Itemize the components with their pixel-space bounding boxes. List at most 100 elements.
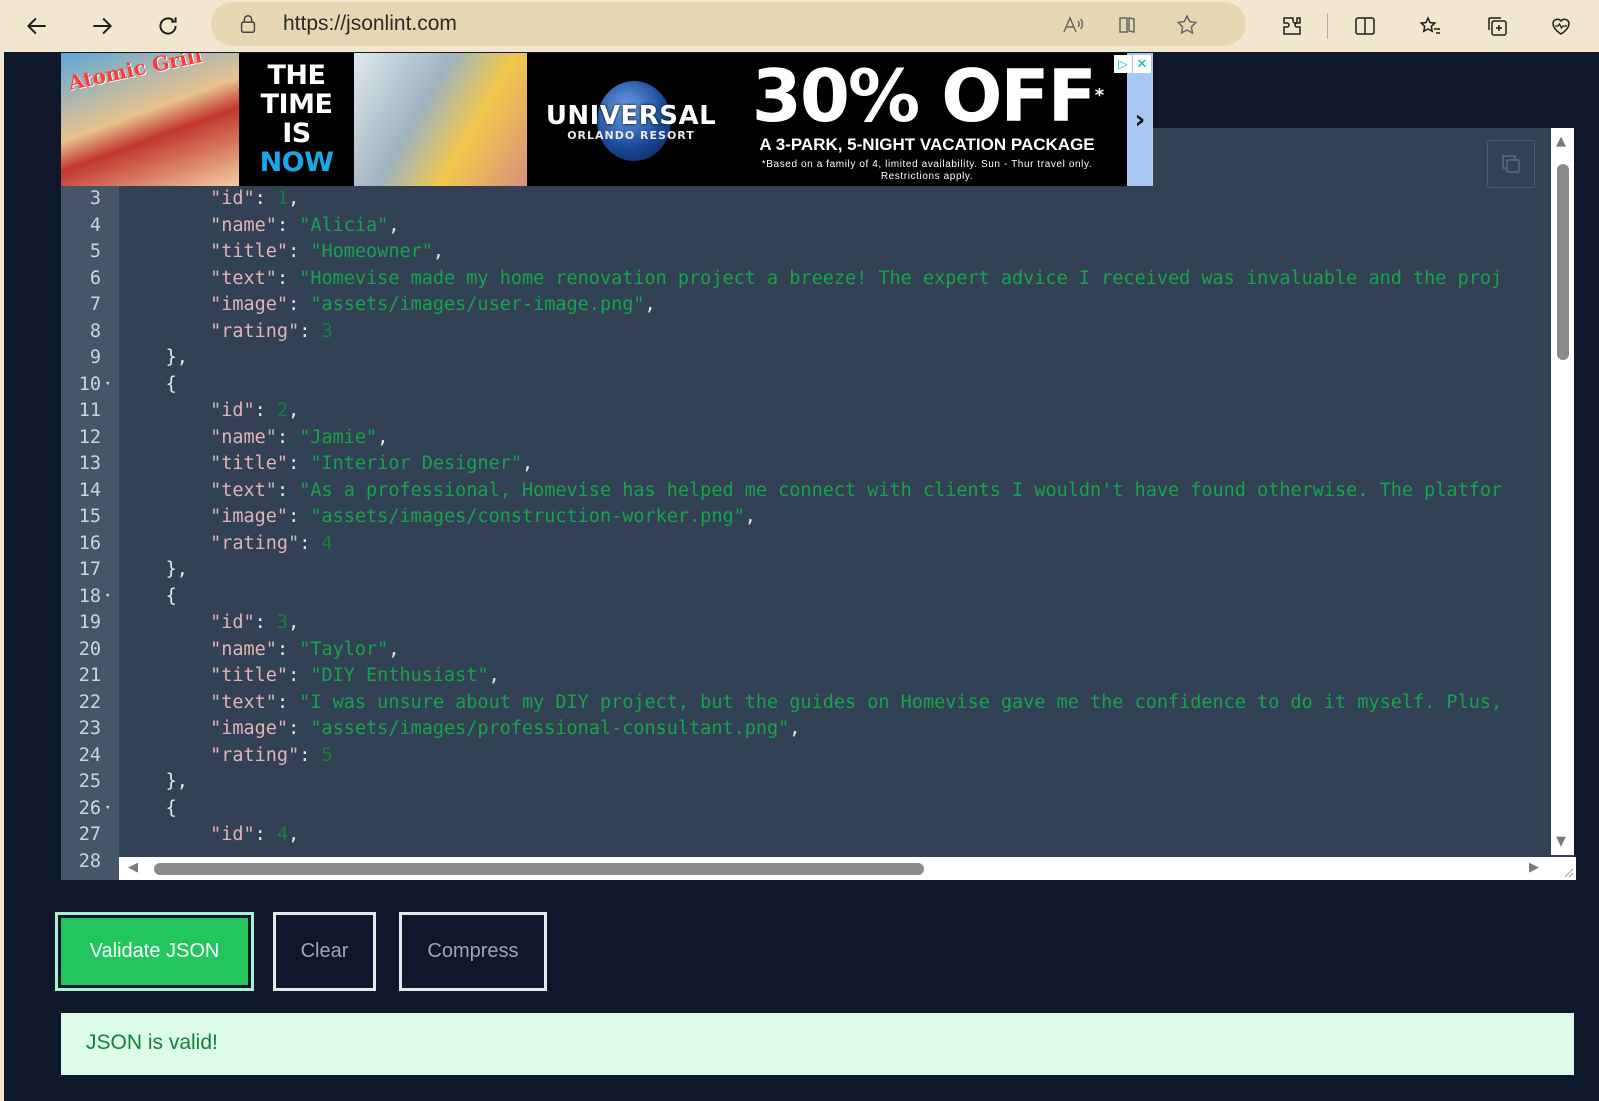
line-number: 3 bbox=[89, 188, 101, 209]
code-text: { bbox=[121, 371, 177, 398]
refresh-icon[interactable] bbox=[150, 8, 186, 44]
code-text: "name": "Taylor", bbox=[121, 636, 399, 663]
code-text: "title": "Homeowner", bbox=[121, 238, 444, 265]
copy-button[interactable] bbox=[1487, 140, 1535, 188]
address-bar[interactable]: https://jsonlint.com bbox=[211, 2, 1246, 46]
json-punct: { bbox=[165, 585, 177, 607]
code-line: 16 "rating": 4 bbox=[61, 530, 1551, 557]
json-key: "title" bbox=[210, 453, 289, 474]
json-value: 5 bbox=[321, 744, 333, 766]
scroll-down-icon[interactable]: ▼ bbox=[1556, 834, 1566, 849]
horizontal-scrollbar[interactable]: ◀ ▶ bbox=[119, 857, 1576, 880]
line-number: 24 bbox=[78, 744, 101, 766]
code-line: 26 ▾ { bbox=[61, 795, 1551, 822]
json-value: "Homevise made my home renovation projec… bbox=[299, 267, 1503, 289]
json-key: "rating" bbox=[210, 320, 300, 342]
browser-toolbar: https://jsonlint.com bbox=[0, 0, 1599, 52]
line-number: 4 bbox=[89, 214, 101, 236]
code-line: 17 }, bbox=[61, 556, 1551, 583]
ad-offer-headline: 30% OFF bbox=[751, 54, 1097, 138]
json-value: "DIY Enthusiast" bbox=[310, 665, 489, 686]
compress-button[interactable]: Compress bbox=[399, 912, 547, 991]
line-number: 23 bbox=[78, 718, 101, 739]
json-key: "image" bbox=[210, 718, 289, 739]
extensions-icon[interactable] bbox=[1275, 9, 1309, 43]
read-aloud-icon[interactable] bbox=[1059, 11, 1087, 39]
clear-button[interactable]: Clear bbox=[273, 912, 376, 991]
json-punct: }, bbox=[165, 347, 188, 368]
code-text: "rating": 5 bbox=[121, 742, 333, 769]
json-punct: : bbox=[288, 294, 311, 315]
line-number: 22 bbox=[78, 691, 101, 713]
code-line: 11 "id": 2, bbox=[61, 397, 1551, 424]
vertical-scrollbar[interactable]: ▲ ▼ bbox=[1551, 128, 1574, 855]
json-punct: : bbox=[276, 267, 300, 289]
fold-arrow-icon[interactable]: ▾ bbox=[105, 583, 110, 610]
fold-arrow-icon[interactable]: ▾ bbox=[105, 795, 110, 822]
fold-arrow-icon[interactable]: ▾ bbox=[105, 371, 110, 398]
ad-close-icon[interactable]: ✕ bbox=[1133, 55, 1151, 73]
advertisement-banner[interactable]: Atomic Grill THE TIME IS NOW UNIVERSAL O… bbox=[61, 53, 1153, 186]
json-punct: , bbox=[744, 506, 756, 527]
json-punct: : bbox=[254, 824, 277, 845]
json-key: "name" bbox=[210, 214, 277, 236]
ad-headline-line: IS bbox=[282, 118, 311, 149]
json-value: "As a professional, Homevise has helped … bbox=[299, 479, 1503, 501]
json-punct: : bbox=[276, 214, 300, 236]
toolbar-separator bbox=[1327, 13, 1328, 39]
favorites-icon[interactable] bbox=[1413, 9, 1447, 43]
url-text[interactable]: https://jsonlint.com bbox=[283, 12, 457, 36]
json-punct: : bbox=[288, 665, 311, 686]
code-text: "title": "Interior Designer", bbox=[121, 450, 533, 477]
code-text: "rating": 3 bbox=[121, 318, 333, 345]
split-screen-icon[interactable] bbox=[1348, 9, 1382, 43]
code-text: "id": 1, bbox=[121, 185, 299, 212]
code-text: "image": "assets/images/user-image.png", bbox=[121, 291, 656, 318]
json-key: "name" bbox=[210, 638, 277, 660]
json-punct: , bbox=[288, 824, 300, 845]
favorite-icon[interactable] bbox=[1173, 11, 1201, 39]
json-punct: : bbox=[288, 241, 311, 262]
horizontal-scroll-thumb[interactable] bbox=[154, 863, 924, 875]
code-line: 22 "text": "I was unsure about my DIY pr… bbox=[61, 689, 1551, 716]
code-line: 8 "rating": 3 bbox=[61, 318, 1551, 345]
ad-brand-subtitle: ORLANDO RESORT bbox=[567, 129, 695, 142]
json-key: "id" bbox=[210, 400, 255, 421]
code-line: 4 "name": "Alicia", bbox=[61, 212, 1551, 239]
json-key: "rating" bbox=[210, 744, 300, 766]
vertical-scroll-thumb[interactable] bbox=[1557, 164, 1569, 360]
code-line: 7 "image": "assets/images/user-image.png… bbox=[61, 291, 1551, 318]
scroll-left-icon[interactable]: ◀ bbox=[128, 860, 138, 875]
lock-icon[interactable] bbox=[237, 13, 259, 35]
line-number: 27 bbox=[78, 824, 101, 845]
json-value: 3 bbox=[321, 320, 333, 342]
code-line: 27 "id": 4, bbox=[61, 821, 1551, 848]
back-icon[interactable] bbox=[19, 8, 55, 44]
code-text: "id": 2, bbox=[121, 397, 299, 424]
json-key: "image" bbox=[210, 506, 289, 527]
json-value: "Interior Designer" bbox=[310, 453, 522, 474]
json-editor[interactable]: 3 "id": 1, 4 "name": "Alicia", 5 "title": … bbox=[61, 128, 1574, 880]
scroll-up-icon[interactable]: ▲ bbox=[1556, 134, 1566, 149]
code-line: 15 "image": "assets/images/construction-… bbox=[61, 503, 1551, 530]
ad-offer: 30% OFF* A 3-PARK, 5-NIGHT VACATION PACK… bbox=[727, 53, 1127, 186]
immersive-reader-icon[interactable] bbox=[1115, 11, 1143, 39]
code-text: "name": "Jamie", bbox=[121, 424, 388, 451]
code-line: 13 "title": "Interior Designer", bbox=[61, 450, 1551, 477]
resize-handle-icon[interactable] bbox=[1562, 866, 1574, 878]
window-edge bbox=[0, 52, 4, 1101]
code-text: "id": 3, bbox=[121, 609, 299, 636]
forward-icon[interactable] bbox=[84, 8, 120, 44]
collections-icon[interactable] bbox=[1480, 9, 1514, 43]
json-punct: , bbox=[388, 638, 400, 660]
scroll-right-icon[interactable]: ▶ bbox=[1529, 860, 1539, 875]
code-line: 24 "rating": 5 bbox=[61, 742, 1551, 769]
json-punct: : bbox=[276, 479, 300, 501]
json-value: "Jamie" bbox=[299, 426, 378, 448]
ad-choices-icon[interactable]: ▷ bbox=[1114, 55, 1132, 73]
json-key: "name" bbox=[210, 426, 277, 448]
line-number: 17 bbox=[78, 559, 101, 580]
code-text: }, bbox=[121, 556, 188, 583]
validate-json-button[interactable]: Validate JSON bbox=[55, 912, 254, 991]
browser-essentials-icon[interactable] bbox=[1544, 9, 1578, 43]
